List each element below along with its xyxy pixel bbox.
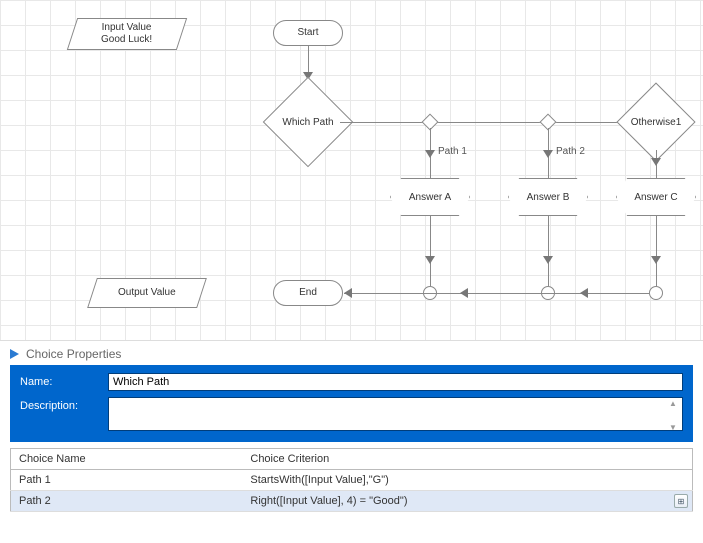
arrowhead-left-icon	[580, 288, 588, 298]
node-output-value-label: Output Value	[118, 287, 176, 299]
node-start[interactable]: Start	[273, 20, 343, 46]
description-input[interactable]	[108, 397, 683, 431]
node-output-value[interactable]: Output Value	[87, 278, 207, 308]
col-header-choice-criterion: Choice Criterion	[242, 449, 692, 470]
cell-choice-criterion-text: Right([Input Value], 4) = "Good")	[250, 495, 407, 507]
table-header-row: Choice Name Choice Criterion	[11, 449, 693, 470]
node-decision-which-path[interactable]: Which Path	[276, 90, 340, 154]
properties-panel-header: Choice Properties	[0, 340, 703, 365]
arrowhead-down-icon	[425, 256, 435, 264]
node-answer-a-label: Answer A	[409, 192, 451, 203]
node-input-value-label: Input ValueGood Luck!	[101, 22, 152, 46]
edge-label-path1: Path 1	[438, 146, 467, 157]
arrowhead-down-icon	[425, 150, 435, 158]
name-input[interactable]	[108, 373, 683, 391]
edge-label-path2: Path 2	[556, 146, 585, 157]
node-answer-c[interactable]: Answer C	[616, 178, 696, 216]
arrowhead-down-icon	[651, 158, 661, 166]
choice-table[interactable]: Choice Name Choice Criterion Path 1 Star…	[10, 448, 693, 512]
arrowhead-down-icon	[543, 150, 553, 158]
cell-choice-criterion[interactable]: StartsWith([Input Value],"G")	[242, 470, 692, 491]
connector	[656, 216, 657, 286]
node-otherwise-label: Otherwise1	[631, 117, 682, 128]
col-header-choice-name: Choice Name	[11, 449, 243, 470]
cell-choice-name[interactable]: Path 1	[11, 470, 243, 491]
arrowhead-left-icon	[460, 288, 468, 298]
arrowhead-down-icon	[651, 256, 661, 264]
cell-choice-criterion[interactable]: Right([Input Value], 4) = "Good") ⊞	[242, 491, 692, 512]
node-answer-b[interactable]: Answer B	[508, 178, 588, 216]
node-decision-label: Which Path	[282, 117, 333, 128]
arrowhead-left-icon	[344, 288, 352, 298]
node-answer-a[interactable]: Answer A	[390, 178, 470, 216]
node-answer-c-label: Answer C	[634, 192, 677, 203]
join-circle-icon	[649, 286, 663, 300]
connector	[548, 216, 549, 286]
flowchart-canvas[interactable]: Input ValueGood Luck! Start Which Path O…	[0, 0, 703, 340]
node-answer-b-label: Answer B	[527, 192, 570, 203]
play-icon	[8, 348, 20, 360]
table-row[interactable]: Path 1 StartsWith([Input Value],"G")	[11, 470, 693, 491]
connector	[344, 293, 649, 294]
cell-choice-name[interactable]: Path 2	[11, 491, 243, 512]
node-start-label: Start	[297, 27, 318, 39]
connector	[430, 216, 431, 286]
field-label-description: Description:	[20, 397, 100, 412]
arrowhead-down-icon	[543, 256, 553, 264]
node-otherwise[interactable]: Otherwise1	[628, 94, 684, 150]
table-row[interactable]: Path 2 Right([Input Value], 4) = "Good")…	[11, 491, 693, 512]
properties-form: Name: Description: ▲▼	[10, 365, 693, 442]
node-end-label: End	[299, 287, 317, 299]
field-label-name: Name:	[20, 373, 100, 388]
node-end[interactable]: End	[273, 280, 343, 306]
properties-panel-title: Choice Properties	[26, 347, 121, 361]
scroll-spinner-icon[interactable]: ▲▼	[669, 399, 681, 432]
expression-editor-icon[interactable]: ⊞	[674, 494, 688, 508]
node-input-value[interactable]: Input ValueGood Luck!	[67, 18, 187, 50]
connector	[340, 122, 660, 123]
